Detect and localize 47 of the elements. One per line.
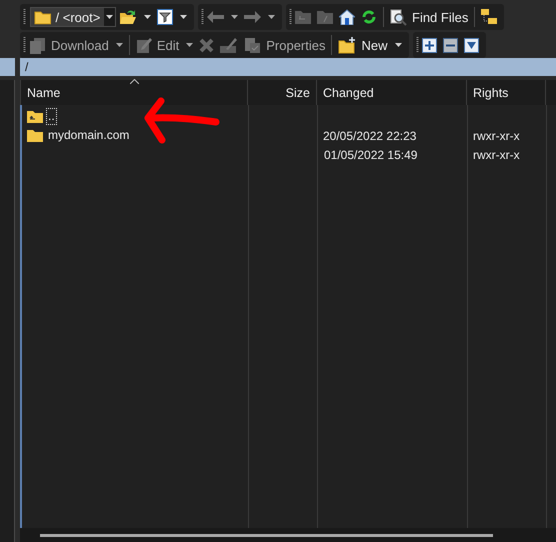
toolbar-button[interactable] [154,6,190,28]
file-name[interactable]: .. [46,108,57,125]
toolbar-grip[interactable] [23,37,26,53]
search-icon [390,8,407,26]
caret-icon [106,15,114,19]
delete-icon [199,38,214,52]
refresh-icon [361,9,377,25]
caret-icon [116,43,123,47]
filter-icon [157,9,173,25]
right-arrow-icon [244,11,261,23]
parent-folder-icon [27,110,43,123]
modified-date: 20/05/2022 22:23 [323,128,416,142]
documents-icon [29,36,46,54]
modified-date: 01/05/2022 15:49 [323,146,418,162]
rename-icon [220,37,238,53]
folder-icon [34,10,52,24]
folder-slash-icon [317,10,333,24]
filter-icon [464,38,478,52]
caret-icon [394,43,402,47]
caret-icon [180,15,187,19]
plus-icon [422,38,436,52]
folder-tree-icon [481,9,498,25]
folder-arrow-icon [119,9,137,25]
caret-icon [268,15,275,19]
scrollbar-thumb[interactable] [40,534,493,536]
toolbar-grip[interactable] [23,9,26,25]
folder-icon [27,129,43,142]
minus-icon [442,38,458,52]
permissions: rwxr-xr-x [473,128,520,142]
toolbar-grip[interactable] [416,37,418,53]
folder-up-icon [295,10,311,24]
file-name[interactable]: mydomain.com [46,127,132,144]
toolbar-grip[interactable] [289,9,292,25]
pencil-icon [136,37,152,53]
caret-icon [231,15,238,19]
caret-icon [144,15,151,19]
toolbar-button[interactable]: New [335,34,404,56]
path-combo[interactable]: / <root> [30,7,116,27]
home-icon [339,9,355,25]
new-folder-icon [338,36,356,54]
caret-icon [186,43,194,47]
properties-icon [244,36,262,54]
toolbar-grip[interactable] [201,9,204,25]
sort-icon [130,79,139,84]
permissions: rwxr-xr-x [473,148,520,162]
left-arrow-icon [207,11,224,23]
path-bar[interactable]: / [20,58,556,76]
